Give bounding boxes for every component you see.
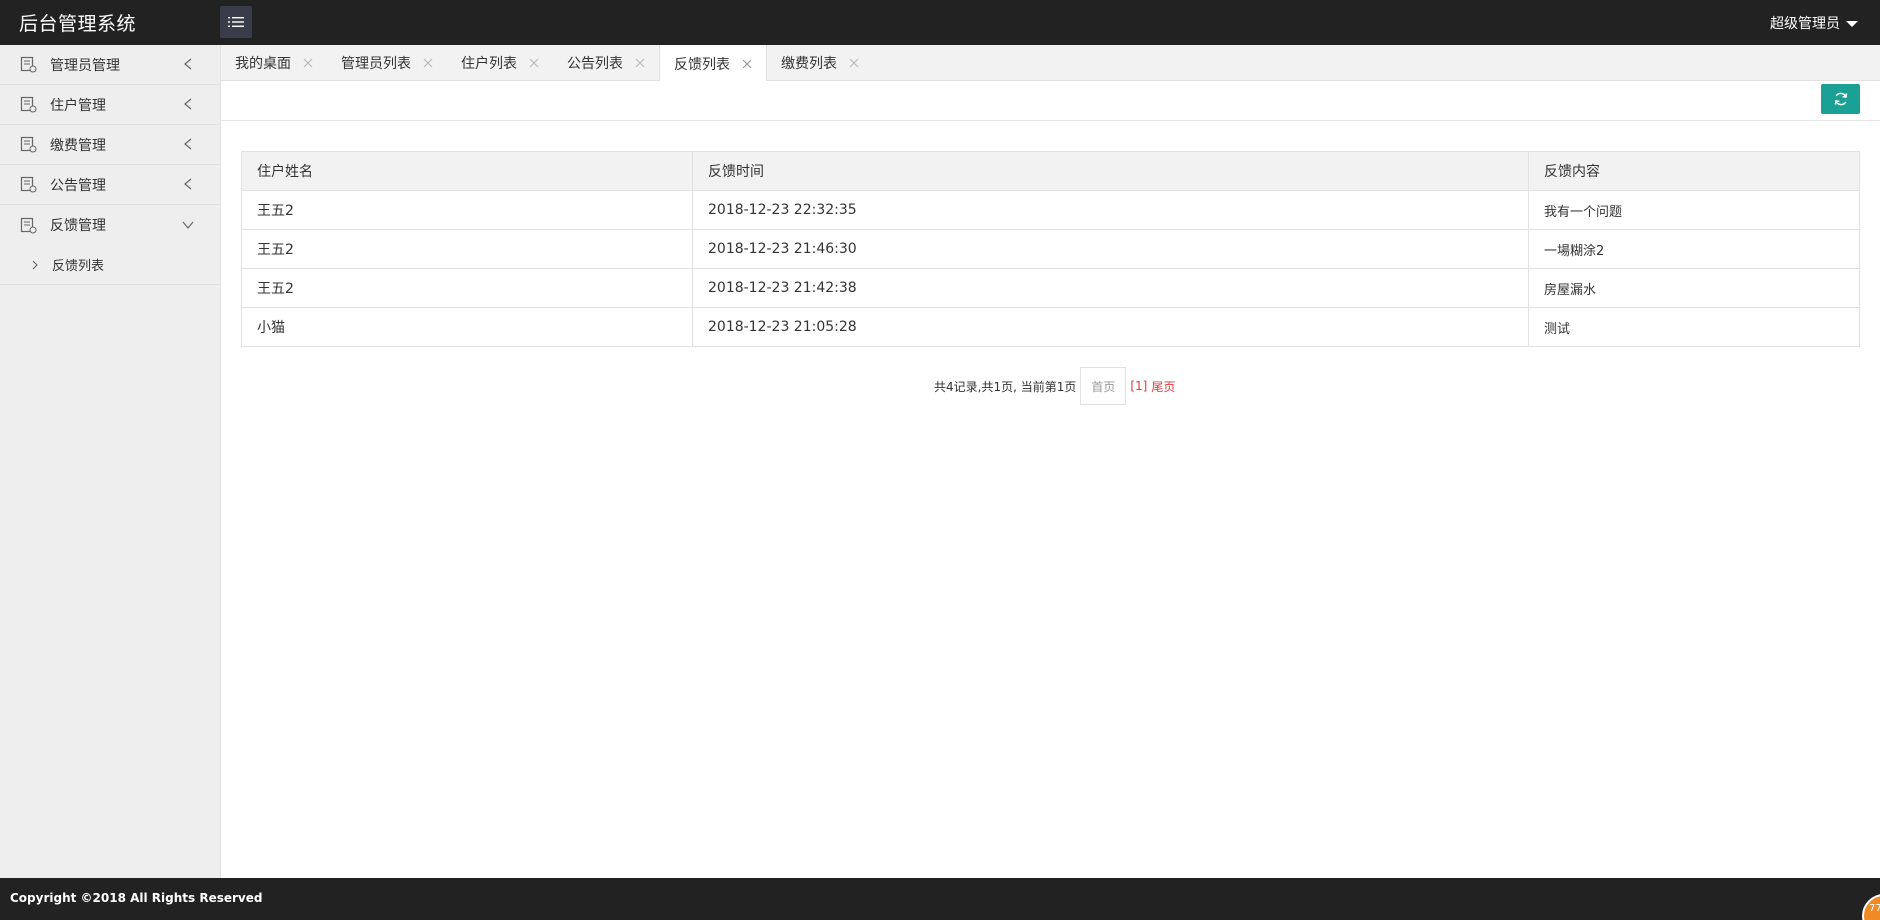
column-header: 反馈内容 (1528, 151, 1860, 191)
close-icon[interactable] (423, 58, 433, 68)
first-page-button[interactable]: 首页 (1080, 367, 1127, 405)
table-row: 王五2 2018-12-23 21:46:30 一場糊涂2 (241, 229, 1860, 269)
cell-feedback-time: 2018-12-23 22:32:35 (692, 190, 1529, 230)
sidebar-item-label: 住户管理 (50, 97, 106, 114)
list-icon (228, 17, 244, 27)
footer: Copyright ©2018 All Rights Reserved 77 (0, 878, 1880, 920)
column-header: 住户姓名 (241, 151, 693, 191)
chevron-left-icon (184, 58, 192, 70)
tab-payment-list[interactable]: 缴费列表 (767, 45, 873, 81)
table-row: 小猫 2018-12-23 21:05:28 测试 (241, 307, 1860, 347)
sidebar-item-admin[interactable]: 管理员管理 (0, 45, 220, 85)
close-icon[interactable] (529, 58, 539, 68)
tab-desktop[interactable]: 我的桌面 (221, 45, 327, 81)
copyright-text: Copyright ©2018 All Rights Reserved (10, 891, 263, 905)
floating-badge[interactable]: 77 (1862, 894, 1880, 920)
app-title: 后台管理系统 (19, 13, 137, 35)
document-icon (20, 176, 37, 193)
chevron-left-icon (184, 178, 192, 190)
close-icon[interactable] (303, 58, 313, 68)
toolbar (221, 81, 1880, 121)
document-icon (20, 217, 37, 233)
close-icon[interactable] (742, 59, 752, 69)
sidebar-item-label: 缴费管理 (50, 137, 106, 154)
cell-resident-name: 小猫 (241, 307, 693, 347)
column-header: 反馈时间 (692, 151, 1529, 191)
chevron-left-icon (184, 98, 192, 110)
tab-resident-list[interactable]: 住户列表 (447, 45, 553, 81)
tab-feedback-list[interactable]: 反馈列表 (659, 45, 767, 82)
table-row: 王五2 2018-12-23 21:42:38 房屋漏水 (241, 268, 1860, 308)
tab-bar: 我的桌面 管理员列表 住户列表 公告列表 反馈列表 缴费列表 (221, 45, 1880, 82)
tab-admin-list[interactable]: 管理员列表 (327, 45, 447, 81)
document-icon (20, 136, 37, 153)
close-icon[interactable] (849, 58, 859, 68)
menu-toggle-button[interactable] (220, 6, 252, 38)
cell-feedback-time: 2018-12-23 21:05:28 (692, 307, 1529, 347)
caret-down-icon (1846, 21, 1858, 27)
feedback-table: 住户姓名 反馈时间 反馈内容 王五2 2018-12-23 22:32:35 我… (241, 151, 1860, 347)
table-row: 王五2 2018-12-23 22:32:35 我有一个问题 (241, 190, 1860, 230)
cell-resident-name: 王五2 (241, 229, 693, 269)
table-header-row: 住户姓名 反馈时间 反馈内容 (241, 151, 1860, 191)
cell-feedback-content: 测试 (1528, 307, 1860, 347)
cell-feedback-time: 2018-12-23 21:42:38 (692, 268, 1529, 308)
sidebar-subitem-feedback-list[interactable]: 反馈列表 (0, 245, 220, 285)
user-menu[interactable]: 超级管理员 (1770, 13, 1858, 33)
chevron-down-icon (182, 221, 194, 229)
top-header: 后台管理系统 超级管理员 (0, 0, 1880, 45)
sidebar-item-payments[interactable]: 缴费管理 (0, 125, 220, 165)
cell-feedback-time: 2018-12-23 21:46:30 (692, 229, 1529, 269)
tab-label: 我的桌面 (235, 56, 291, 72)
sidebar-item-notices[interactable]: 公告管理 (0, 165, 220, 205)
tab-label: 缴费列表 (781, 56, 837, 72)
badge-count: 77 (1869, 903, 1880, 914)
chevron-right-icon (32, 260, 38, 269)
last-page-link[interactable]: 尾页 (1151, 378, 1175, 395)
close-icon[interactable] (635, 58, 645, 68)
sidebar-item-label: 反馈管理 (50, 218, 106, 234)
cell-feedback-content: 一場糊涂2 (1528, 229, 1860, 269)
sidebar-item-label: 管理员管理 (50, 57, 120, 74)
pagination-summary: 共4记录,共1页, 当前第1页 (934, 379, 1077, 394)
current-page-indicator: [1] (1130, 379, 1148, 393)
pagination: 共4记录,共1页, 当前第1页 首页 [1] 尾页 (934, 367, 1175, 405)
tab-label: 住户列表 (461, 56, 517, 72)
cell-resident-name: 王五2 (241, 190, 693, 230)
cell-resident-name: 王五2 (241, 268, 693, 308)
tab-label: 公告列表 (567, 56, 623, 72)
tab-label: 反馈列表 (674, 56, 730, 73)
cell-feedback-content: 房屋漏水 (1528, 268, 1860, 308)
document-icon (20, 56, 37, 73)
sidebar: 管理员管理 住户管理 缴费管理 公告管理 反馈管理 反馈列表 (0, 45, 221, 878)
sidebar-subitem-label: 反馈列表 (52, 259, 105, 274)
tab-label: 管理员列表 (341, 56, 411, 72)
tab-notice-list[interactable]: 公告列表 (553, 45, 659, 81)
cell-feedback-content: 我有一个问题 (1528, 190, 1860, 230)
refresh-icon (1834, 92, 1847, 106)
document-icon (20, 96, 37, 113)
sidebar-item-residents[interactable]: 住户管理 (0, 85, 220, 125)
chevron-left-icon (184, 138, 192, 150)
sidebar-item-label: 公告管理 (50, 177, 106, 194)
sidebar-item-feedback[interactable]: 反馈管理 (0, 205, 220, 245)
user-name: 超级管理员 (1770, 16, 1840, 32)
refresh-button[interactable] (1821, 84, 1860, 114)
